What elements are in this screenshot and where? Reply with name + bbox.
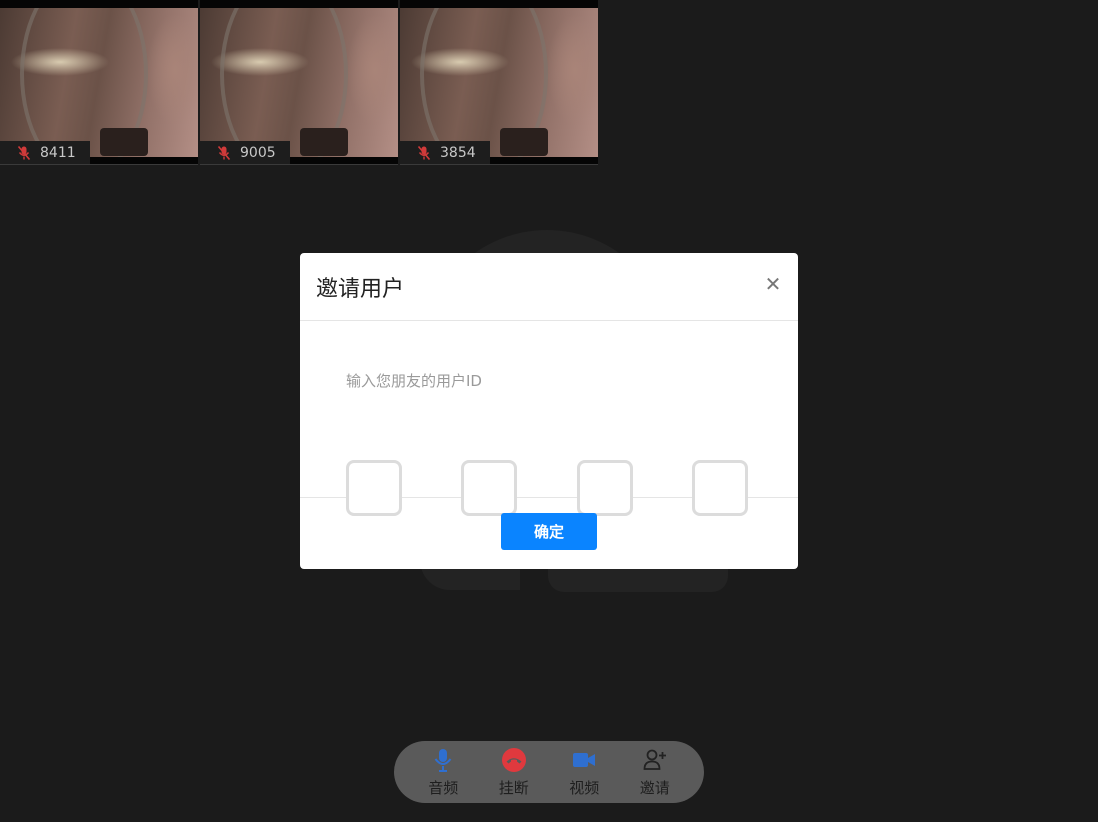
- close-icon[interactable]: ✕: [764, 274, 782, 294]
- mic-muted-icon: [417, 145, 431, 161]
- participant-tile[interactable]: 3854: [400, 0, 598, 165]
- audio-button[interactable]: 音频: [415, 747, 471, 798]
- dialog-footer: 确定: [300, 498, 798, 568]
- participant-label: 8411: [0, 141, 90, 164]
- dialog-body: 输入您朋友的用户ID: [300, 321, 798, 516]
- microphone-icon: [434, 748, 452, 772]
- participant-tile[interactable]: 9005: [200, 0, 398, 165]
- user-id-hint: 输入您朋友的用户ID: [346, 372, 482, 390]
- dialog-header: 邀请用户 ✕: [300, 253, 798, 321]
- video-call-stage: 8411 9005 3854 邀请用户 ✕ 输入您朋友的用户ID 确定 音频 挂…: [0, 0, 1098, 822]
- invite-label: 邀请: [639, 778, 670, 797]
- call-control-bar: 音频 挂断 视频 邀请: [394, 741, 704, 803]
- video-camera-icon: [573, 752, 596, 767]
- participant-label: 3854: [400, 141, 490, 164]
- participant-video: [0, 0, 198, 164]
- invite-user-dialog: 邀请用户 ✕ 输入您朋友的用户ID 确定: [300, 253, 798, 569]
- hangup-button[interactable]: 挂断: [486, 747, 542, 798]
- participant-video: [200, 0, 398, 164]
- add-user-icon: [643, 749, 666, 770]
- participant-id: 9005: [240, 145, 276, 161]
- participant-tile[interactable]: 8411: [0, 0, 198, 165]
- hangup-label: 挂断: [498, 778, 529, 797]
- hangup-icon: [501, 747, 526, 772]
- invite-button[interactable]: 邀请: [627, 747, 683, 798]
- participant-video: [400, 0, 598, 164]
- audio-label: 音频: [428, 778, 459, 797]
- mic-muted-icon: [217, 145, 231, 161]
- participant-label: 9005: [200, 141, 290, 164]
- video-button[interactable]: 视频: [556, 747, 612, 798]
- video-label: 视频: [569, 778, 600, 797]
- participant-id: 8411: [40, 145, 76, 161]
- participant-id: 3854: [440, 145, 476, 161]
- confirm-button[interactable]: 确定: [501, 513, 597, 550]
- mic-muted-icon: [17, 145, 31, 161]
- participant-tiles: 8411 9005 3854: [0, 0, 600, 165]
- dialog-title: 邀请用户: [316, 276, 405, 302]
